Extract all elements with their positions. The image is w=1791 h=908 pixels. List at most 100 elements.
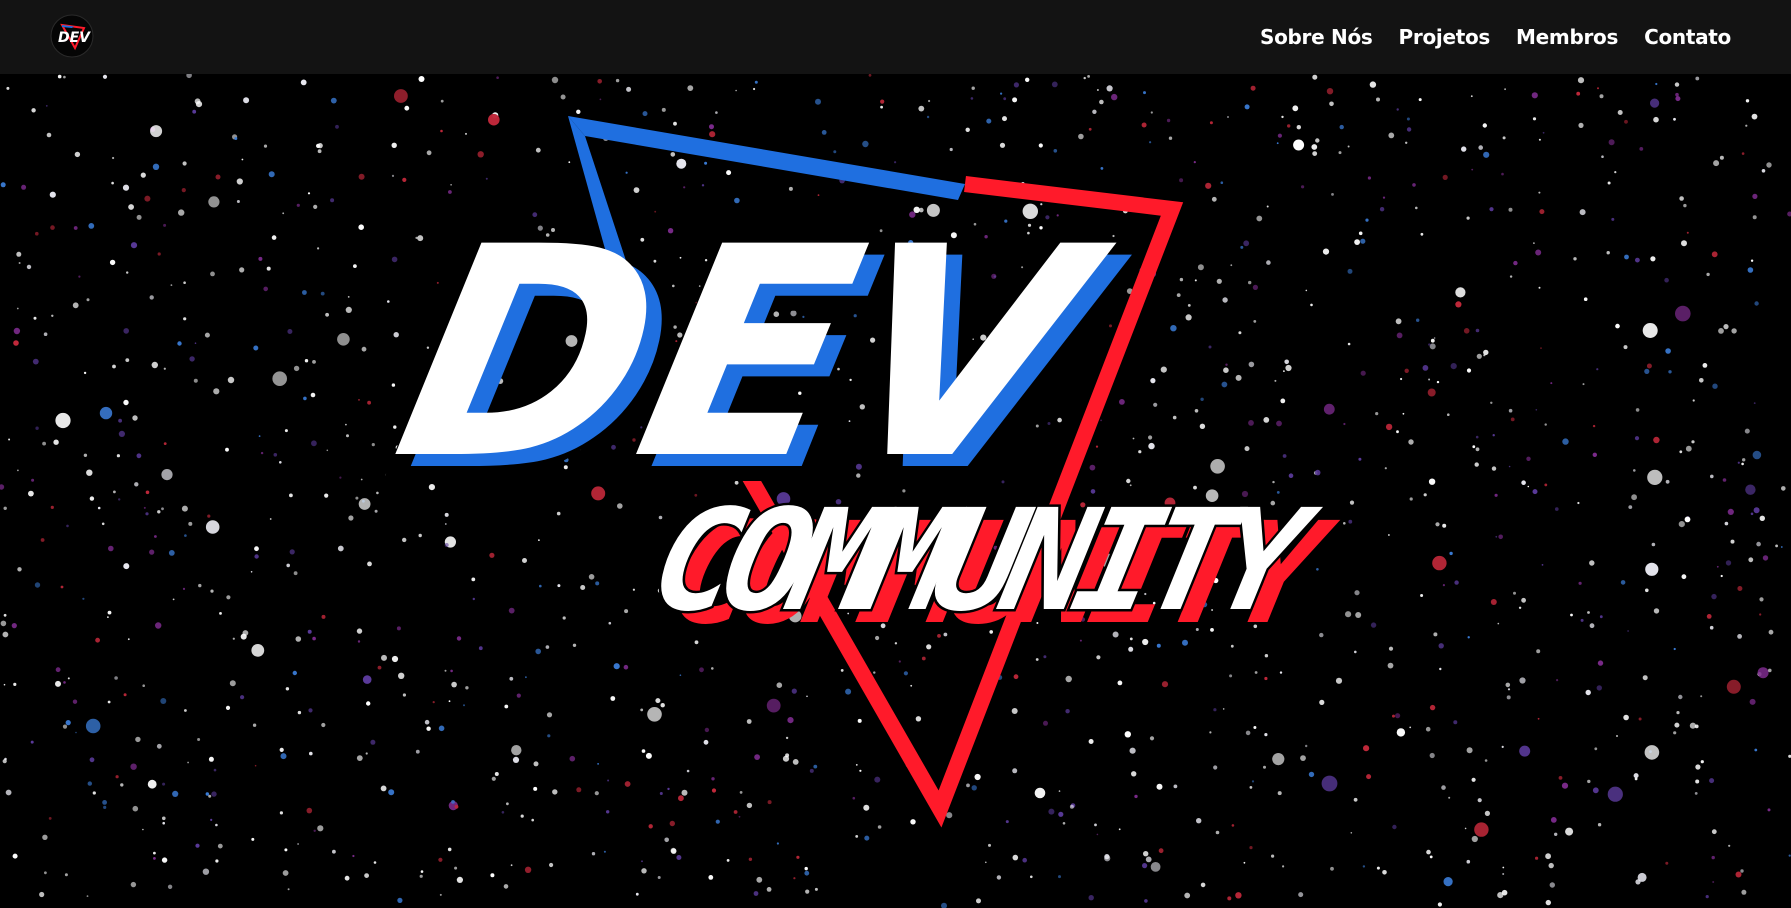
star [1156,783,1163,790]
star [859,769,862,772]
star [1679,450,1683,454]
star [1750,512,1754,516]
star [208,196,220,208]
star [1193,161,1196,164]
star [178,209,185,216]
star [1111,93,1118,101]
star [66,524,69,528]
star [339,476,342,479]
star [1631,494,1637,501]
star [1745,124,1748,127]
star [569,755,576,762]
star [1422,365,1429,371]
star [597,763,599,765]
star [1730,539,1735,544]
star [1179,277,1184,282]
nav-link-projetos[interactable]: Projetos [1399,25,1491,49]
star [522,558,527,563]
star [72,699,78,704]
star [1392,824,1397,830]
star [1709,625,1714,630]
star [1745,484,1756,495]
star [456,636,462,641]
star [358,399,360,401]
star [1453,720,1458,725]
star [1741,152,1745,155]
star [1754,301,1759,306]
star [1213,708,1217,712]
star [181,505,188,512]
star [1623,345,1628,350]
star [1100,419,1102,422]
star [1423,493,1427,497]
star [348,515,354,521]
star [1538,286,1541,289]
star [1442,174,1448,180]
star [1483,354,1486,357]
star [353,264,357,268]
star [1441,785,1446,790]
star [346,434,349,438]
star [1012,854,1019,861]
star [43,332,48,337]
star [1099,99,1104,105]
star [1711,829,1717,835]
star [1474,822,1489,837]
star [1119,399,1125,405]
star [172,598,175,601]
star [1149,736,1155,741]
star [766,698,781,713]
nav-link-contato[interactable]: Contato [1644,25,1731,49]
star [1735,871,1742,878]
star [35,231,39,236]
star [1645,588,1649,593]
star [1363,745,1370,752]
star [785,736,789,740]
star [1347,268,1353,274]
star [103,805,107,810]
star [1762,555,1769,561]
star [576,787,582,793]
nav-link-sobre-nos[interactable]: Sobre Nós [1260,25,1373,49]
star [1229,674,1233,678]
star [1354,590,1360,596]
star [1644,368,1650,374]
star [387,300,390,303]
star [1767,808,1771,812]
star [189,356,195,362]
star [1745,99,1750,103]
star [242,630,249,636]
star [1153,402,1158,407]
star [1012,768,1018,774]
star [1243,240,1250,247]
star [287,329,293,334]
star [357,640,361,643]
star [73,226,78,230]
star [130,881,137,888]
star [1442,523,1447,528]
star [1623,714,1629,721]
star [746,719,752,724]
dev-community-logo-icon[interactable]: DEV [50,14,94,58]
star [345,423,347,426]
star [1319,699,1325,706]
star [1376,866,1380,870]
star [1501,745,1504,749]
star [35,426,39,430]
star [494,772,499,776]
star [568,161,571,164]
star [1607,181,1611,185]
star [1579,209,1586,216]
star [415,749,420,754]
star [1179,178,1184,183]
star [65,720,71,726]
star [1235,374,1242,381]
star [595,581,600,586]
nav-link-membros[interactable]: Membros [1516,25,1618,49]
star [1685,445,1692,452]
star [253,345,259,351]
star [1235,892,1242,899]
star [1248,280,1252,285]
star [210,589,214,593]
star [1596,685,1603,691]
